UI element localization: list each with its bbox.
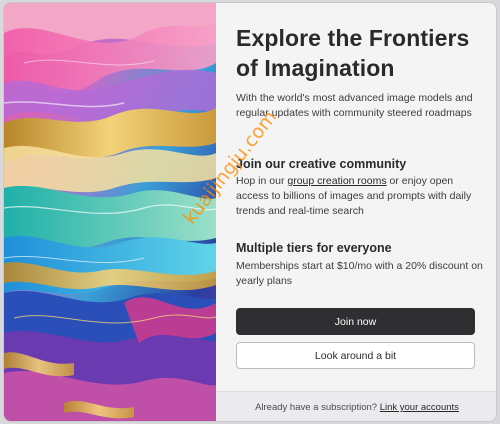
marble-swirl-artwork (4, 3, 216, 421)
group-creation-rooms-link[interactable]: group creation rooms (287, 175, 386, 187)
community-heading: Join our creative community (236, 157, 407, 171)
tiers-heading: Multiple tiers for everyone (236, 241, 392, 255)
community-text: Hop in our group creation rooms or enjoy… (236, 174, 486, 219)
footer-bar: Already have a subscription? Link your a… (216, 391, 496, 421)
join-now-button[interactable]: Join now (236, 308, 475, 335)
tiers-text: Memberships start at $10/mo with a 20% d… (236, 260, 483, 287)
info-panel: Explore the Frontiers of Imagination Wit… (216, 3, 496, 421)
hero-artwork-image (4, 3, 216, 421)
look-around-button[interactable]: Look around a bit (236, 342, 475, 369)
footer-text: Already have a subscription? (255, 402, 378, 413)
link-accounts-link[interactable]: Link your accounts (380, 402, 459, 413)
welcome-modal: Explore the Frontiers of Imagination Wit… (3, 2, 497, 422)
community-text-before: Hop in our (236, 175, 288, 187)
intro-text: With the world's most advanced image mod… (236, 92, 473, 119)
page-title: Explore the Frontiers of Imagination (236, 25, 470, 81)
